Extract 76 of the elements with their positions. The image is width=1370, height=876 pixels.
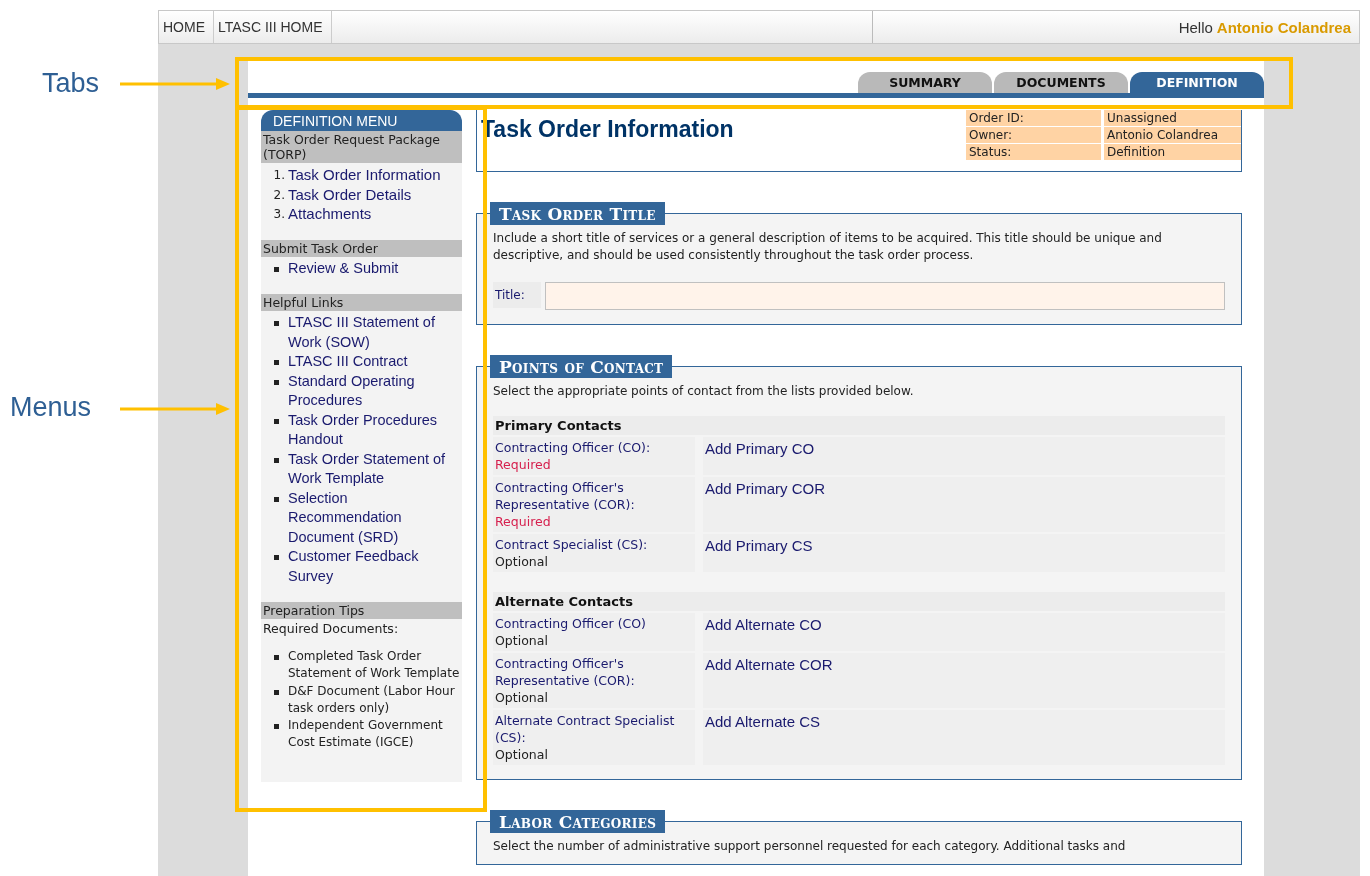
bullet-icon (274, 457, 279, 463)
info-value: Unassigned (1104, 110, 1241, 126)
menu-link[interactable]: LTASC III Statement of Work (SOW) (288, 313, 462, 352)
requirement-note: Optional (495, 632, 549, 649)
add-contact-link[interactable]: Add Alternate COR (705, 656, 833, 673)
section-heading: Points of Contact (490, 355, 673, 378)
annotation-label: Tabs (42, 68, 100, 99)
list-number: 3. (272, 206, 286, 221)
role-label: Contracting Officer's Representative (COR): (495, 655, 636, 689)
requirement-note: Optional (495, 689, 549, 706)
field-label: Title: (493, 282, 541, 308)
tip-text: D&F Document (Labor Hour task orders only) (288, 682, 456, 717)
menu-section-heading: Submit Task Order (261, 239, 462, 257)
bullet-icon (274, 266, 279, 272)
tip-text: Independent Government Cost Estimate (IGCE) (288, 717, 444, 752)
menu-link[interactable]: Customer Feedback Survey (288, 547, 462, 586)
info-label: Owner: (966, 127, 1101, 143)
menu-link[interactable]: Task Order Details (288, 184, 412, 204)
bullet-icon (274, 360, 279, 365)
menu-section-heading: Preparation Tips (261, 602, 462, 619)
requirement-note: Optional (495, 553, 549, 570)
title-field[interactable] (545, 282, 1225, 310)
requirement-note: Required (495, 456, 552, 473)
list-number: 2. (272, 186, 286, 202)
requirement-note: Required (495, 513, 552, 530)
greeting: Hello Antonio Colandrea (1177, 17, 1352, 38)
add-contact-link[interactable]: Add Alternate CS (705, 713, 821, 730)
role-label: Contracting Officer (CO): (495, 439, 652, 456)
group-heading: Primary Contacts (493, 416, 1225, 435)
menu-link[interactable]: Review & Submit (288, 258, 399, 278)
menu-link[interactable]: LTASC III Contract (288, 352, 408, 372)
add-contact-link[interactable]: Add Primary CO (705, 440, 815, 457)
nav-link[interactable]: HOME (159, 11, 214, 43)
menu-link[interactable]: Standard Operating Procedures (288, 371, 462, 411)
section-description: Select the appropriate points of contact from the lists provided below. (493, 383, 915, 400)
section-heading: Labor Categories (490, 810, 666, 833)
menu-link[interactable]: Task Order Statement of Work Template (288, 449, 462, 489)
requirement-note: Optional (495, 746, 549, 763)
tab[interactable]: DEFINITION (1130, 72, 1264, 93)
role-label: Contract Specialist (CS): (495, 536, 649, 553)
tip-text: Completed Task Order Statement of Work Template (288, 648, 461, 683)
section-heading: Task Order Title (490, 202, 665, 225)
nav-link[interactable]: LTASC III HOME (214, 11, 332, 43)
menu-link[interactable]: Task Order Procedures Handout (288, 410, 462, 450)
annotation-label: Menus (10, 392, 92, 423)
info-label: Status: (966, 144, 1101, 160)
bullet-icon (274, 379, 279, 385)
tab[interactable]: DOCUMENTS (994, 72, 1128, 93)
menu-link[interactable]: Task Order Information (288, 165, 441, 185)
info-value: Antonio Colandrea (1104, 127, 1241, 143)
menu-section-heading: Helpful Links (261, 294, 462, 311)
bullet-icon (274, 555, 279, 560)
role-label: Contracting Officer's Representative (COR): (495, 479, 636, 513)
menu-section-heading: Task Order Request Package (TORP) (261, 131, 462, 163)
bullet-icon (274, 655, 279, 660)
bullet-icon (274, 724, 279, 730)
menu-link[interactable]: Attachments (288, 204, 372, 224)
role-label: Contracting Officer (CO) (495, 615, 647, 632)
section-description: Select the number of administrative support personnel requested for each category. Additional tasks and (493, 838, 1127, 855)
add-contact-link[interactable]: Add Primary COR (705, 480, 826, 497)
tab[interactable]: SUMMARY (858, 72, 992, 93)
section-description: Include a short title of services or a general description of items to be acquired. This title should be unique and descriptive, and should be used consistently throughout the task order process. (493, 230, 1163, 264)
tips-intro: Required Documents: (262, 620, 400, 638)
bullet-icon (274, 496, 279, 502)
bullet-icon (274, 321, 279, 326)
role-label: Alternate Contract Specialist (CS): (495, 712, 676, 746)
add-contact-link[interactable]: Add Alternate CO (705, 616, 822, 633)
info-label: Order ID: (966, 110, 1101, 126)
add-contact-link[interactable]: Add Primary CS (705, 537, 813, 554)
bullet-icon (274, 418, 279, 424)
menu-link[interactable]: Selection Recommendation Document (SRD) (288, 488, 462, 547)
menu-title: DEFINITION MENU (261, 110, 462, 131)
group-heading: Alternate Contacts (493, 592, 1225, 611)
list-number: 1. (272, 167, 286, 182)
info-value: Definition (1104, 144, 1241, 160)
bullet-icon (274, 689, 279, 695)
